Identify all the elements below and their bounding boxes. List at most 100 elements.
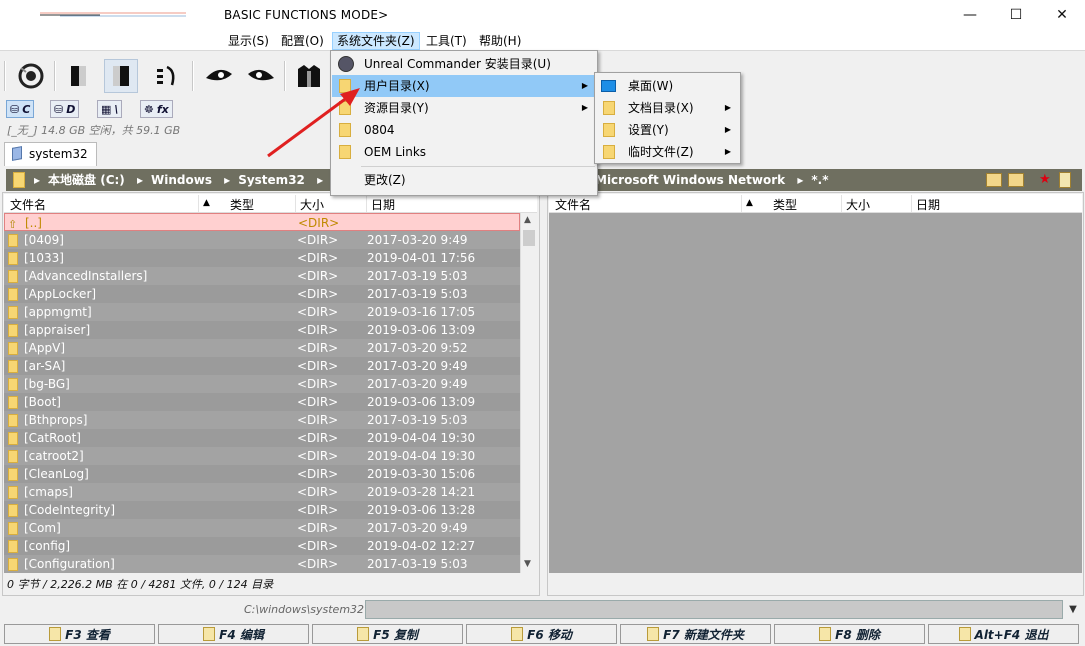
submenu-arrow-icon: ▶ [581, 81, 588, 90]
menu-item-label: 设置(Y) [628, 123, 669, 137]
folder-icon [603, 145, 615, 159]
network-icon: ▦ [101, 102, 112, 116]
menu-item-change[interactable]: 更改(Z) [332, 169, 596, 191]
toolbar-separator [4, 61, 6, 91]
path-filter[interactable]: *.* [811, 173, 828, 187]
menu-item-temp[interactable]: 临时文件(Z) ▶ [596, 141, 739, 163]
system-folders-menu: Unreal Commander 安装目录(U) 用户目录(X) ▶ 资源目录(… [330, 50, 598, 196]
fx-drive-label: fx [156, 102, 169, 116]
menu-config[interactable]: 配置(O) [277, 32, 328, 50]
settings-list-icon[interactable] [150, 59, 184, 93]
drive-c-button[interactable]: ⛁ C [6, 100, 35, 118]
exit-icon [958, 627, 971, 641]
toolbar-separator [54, 61, 56, 91]
delete-icon [819, 627, 832, 641]
menu-display[interactable]: 显示(S) [224, 32, 273, 50]
menu-item-documents[interactable]: 文档目录(X) ▶ [596, 97, 739, 119]
menu-item-resource-dir[interactable]: 资源目录(Y) ▶ [332, 97, 596, 119]
drive-c-label: C [22, 102, 31, 116]
network-drive-button[interactable]: ▦ \ [97, 100, 123, 118]
right-panel-frame [547, 192, 1084, 596]
menu-help[interactable]: 帮助(H) [475, 32, 525, 50]
menu-item-label: 用户目录(X) [364, 79, 430, 93]
tab-label: system32 [29, 147, 88, 161]
submenu-arrow-icon: ▶ [724, 125, 731, 134]
title-bar: BASIC FUNCTIONS MODE> — ☐ ✕ [0, 0, 1085, 30]
f5-copy-button[interactable]: F5 复制 [312, 624, 463, 644]
menu-item-desktop[interactable]: 桌面(W) [596, 75, 739, 97]
command-input[interactable] [365, 600, 1063, 619]
f7-label: F7 新建文件夹 [663, 627, 744, 642]
f4-label: F4 编辑 [219, 627, 264, 642]
f5-label: F5 复制 [373, 627, 418, 642]
fx-drive-button[interactable]: ☸ fx [140, 100, 173, 118]
move-icon [511, 627, 524, 641]
f8-delete-button[interactable]: F8 删除 [774, 624, 925, 644]
disk-icon: ⛁ [54, 102, 64, 116]
f8-label: F8 删除 [835, 627, 880, 642]
drive-d-label: D [66, 102, 76, 116]
panel-right-icon[interactable] [104, 59, 138, 93]
panel-left-icon[interactable] [62, 59, 96, 93]
command-history-dropdown[interactable]: ▼ [1064, 600, 1082, 619]
desktop-icon [601, 80, 616, 92]
close-button[interactable]: ✕ [1039, 0, 1085, 30]
menu-item-0804[interactable]: 0804 [332, 119, 596, 141]
maximize-button[interactable]: ☐ [993, 0, 1039, 30]
eye-icon[interactable] [14, 59, 48, 93]
menu-item-label: 资源目录(Y) [364, 101, 429, 115]
path-segment-windows[interactable]: Windows [151, 173, 212, 187]
menu-item-label: OEM Links [364, 145, 427, 159]
menu-item-oem-links[interactable]: OEM Links [332, 141, 596, 163]
chevron-down-icon: ▼ [1069, 604, 1077, 615]
root-button-icon[interactable] [986, 173, 1002, 187]
tab-folder-icon [12, 146, 22, 161]
tab-system32[interactable]: system32 [4, 142, 97, 166]
right-path-bar[interactable]: Microsoft Windows Network ▸ *.* ★ [549, 169, 1082, 191]
wheel-icon: ☸ [144, 102, 154, 116]
copy-icon [357, 627, 370, 641]
menu-tools[interactable]: 工具(T) [422, 32, 471, 50]
window-title: BASIC FUNCTIONS MODE> [224, 8, 389, 22]
history-icon[interactable] [1059, 172, 1071, 188]
path-segment-system32[interactable]: System32 [238, 173, 305, 187]
menu-item-settings[interactable]: 设置(Y) ▶ [596, 119, 739, 141]
favorites-star-icon[interactable]: ★ [1039, 172, 1053, 188]
alt-f4-exit-button[interactable]: Alt+F4 退出 [928, 624, 1079, 644]
menu-separator [361, 166, 595, 167]
folder-icon [603, 101, 615, 115]
path-folder-icon [13, 172, 25, 188]
menu-item-label: Unreal Commander 安装目录(U) [364, 57, 551, 71]
view-icon [49, 627, 62, 641]
minimize-button[interactable]: — [947, 0, 993, 30]
drive-d-button[interactable]: ⛁ D [50, 100, 80, 118]
menu-item-label: 更改(Z) [364, 173, 406, 187]
path-segment-network[interactable]: Microsoft Windows Network [595, 173, 785, 187]
drive-info: [_无_] 14.8 GB 空闲，共 59.1 GB [7, 124, 181, 137]
unreal-commander-icon [338, 56, 354, 72]
menu-item-label: 临时文件(Z) [628, 145, 694, 159]
f3-view-button[interactable]: F3 查看 [4, 624, 155, 644]
new-folder-icon [647, 627, 660, 641]
f6-label: F6 移动 [527, 627, 572, 642]
parent-dir-icon[interactable] [1008, 173, 1024, 187]
f7-new-folder-button[interactable]: F7 新建文件夹 [620, 624, 771, 644]
menu-item-user-dir[interactable]: 用户目录(X) ▶ [332, 75, 596, 97]
f6-move-button[interactable]: F6 移动 [466, 624, 617, 644]
submenu-arrow-icon: ▶ [724, 147, 731, 156]
left-status-bar: 0 字节 / 2,226.2 MB 在 0 / 4281 文件, 0 / 124… [7, 578, 274, 591]
submenu-arrow-icon: ▶ [581, 103, 588, 112]
menu-system-folders[interactable]: 系统文件夹(Z) [332, 32, 420, 50]
eye-left-icon[interactable] [202, 59, 236, 93]
folder-icon [603, 123, 615, 137]
f3-label: F3 查看 [65, 627, 110, 642]
app-logo-icon [40, 12, 186, 17]
edit-icon [203, 627, 216, 641]
f4-edit-button[interactable]: F4 编辑 [158, 624, 309, 644]
menu-item-install-dir[interactable]: Unreal Commander 安装目录(U) [332, 53, 596, 75]
menu-bar: 显示(S) 配置(O) 系统文件夹(Z) 工具(T) 帮助(H) [0, 30, 1085, 50]
network-drive-label: \ [114, 102, 119, 116]
command-prompt: C:\windows\system32\> [244, 603, 377, 616]
path-segment-drive[interactable]: 本地磁盘 (C:) [48, 173, 125, 187]
exit-label: Alt+F4 退出 [974, 627, 1049, 642]
